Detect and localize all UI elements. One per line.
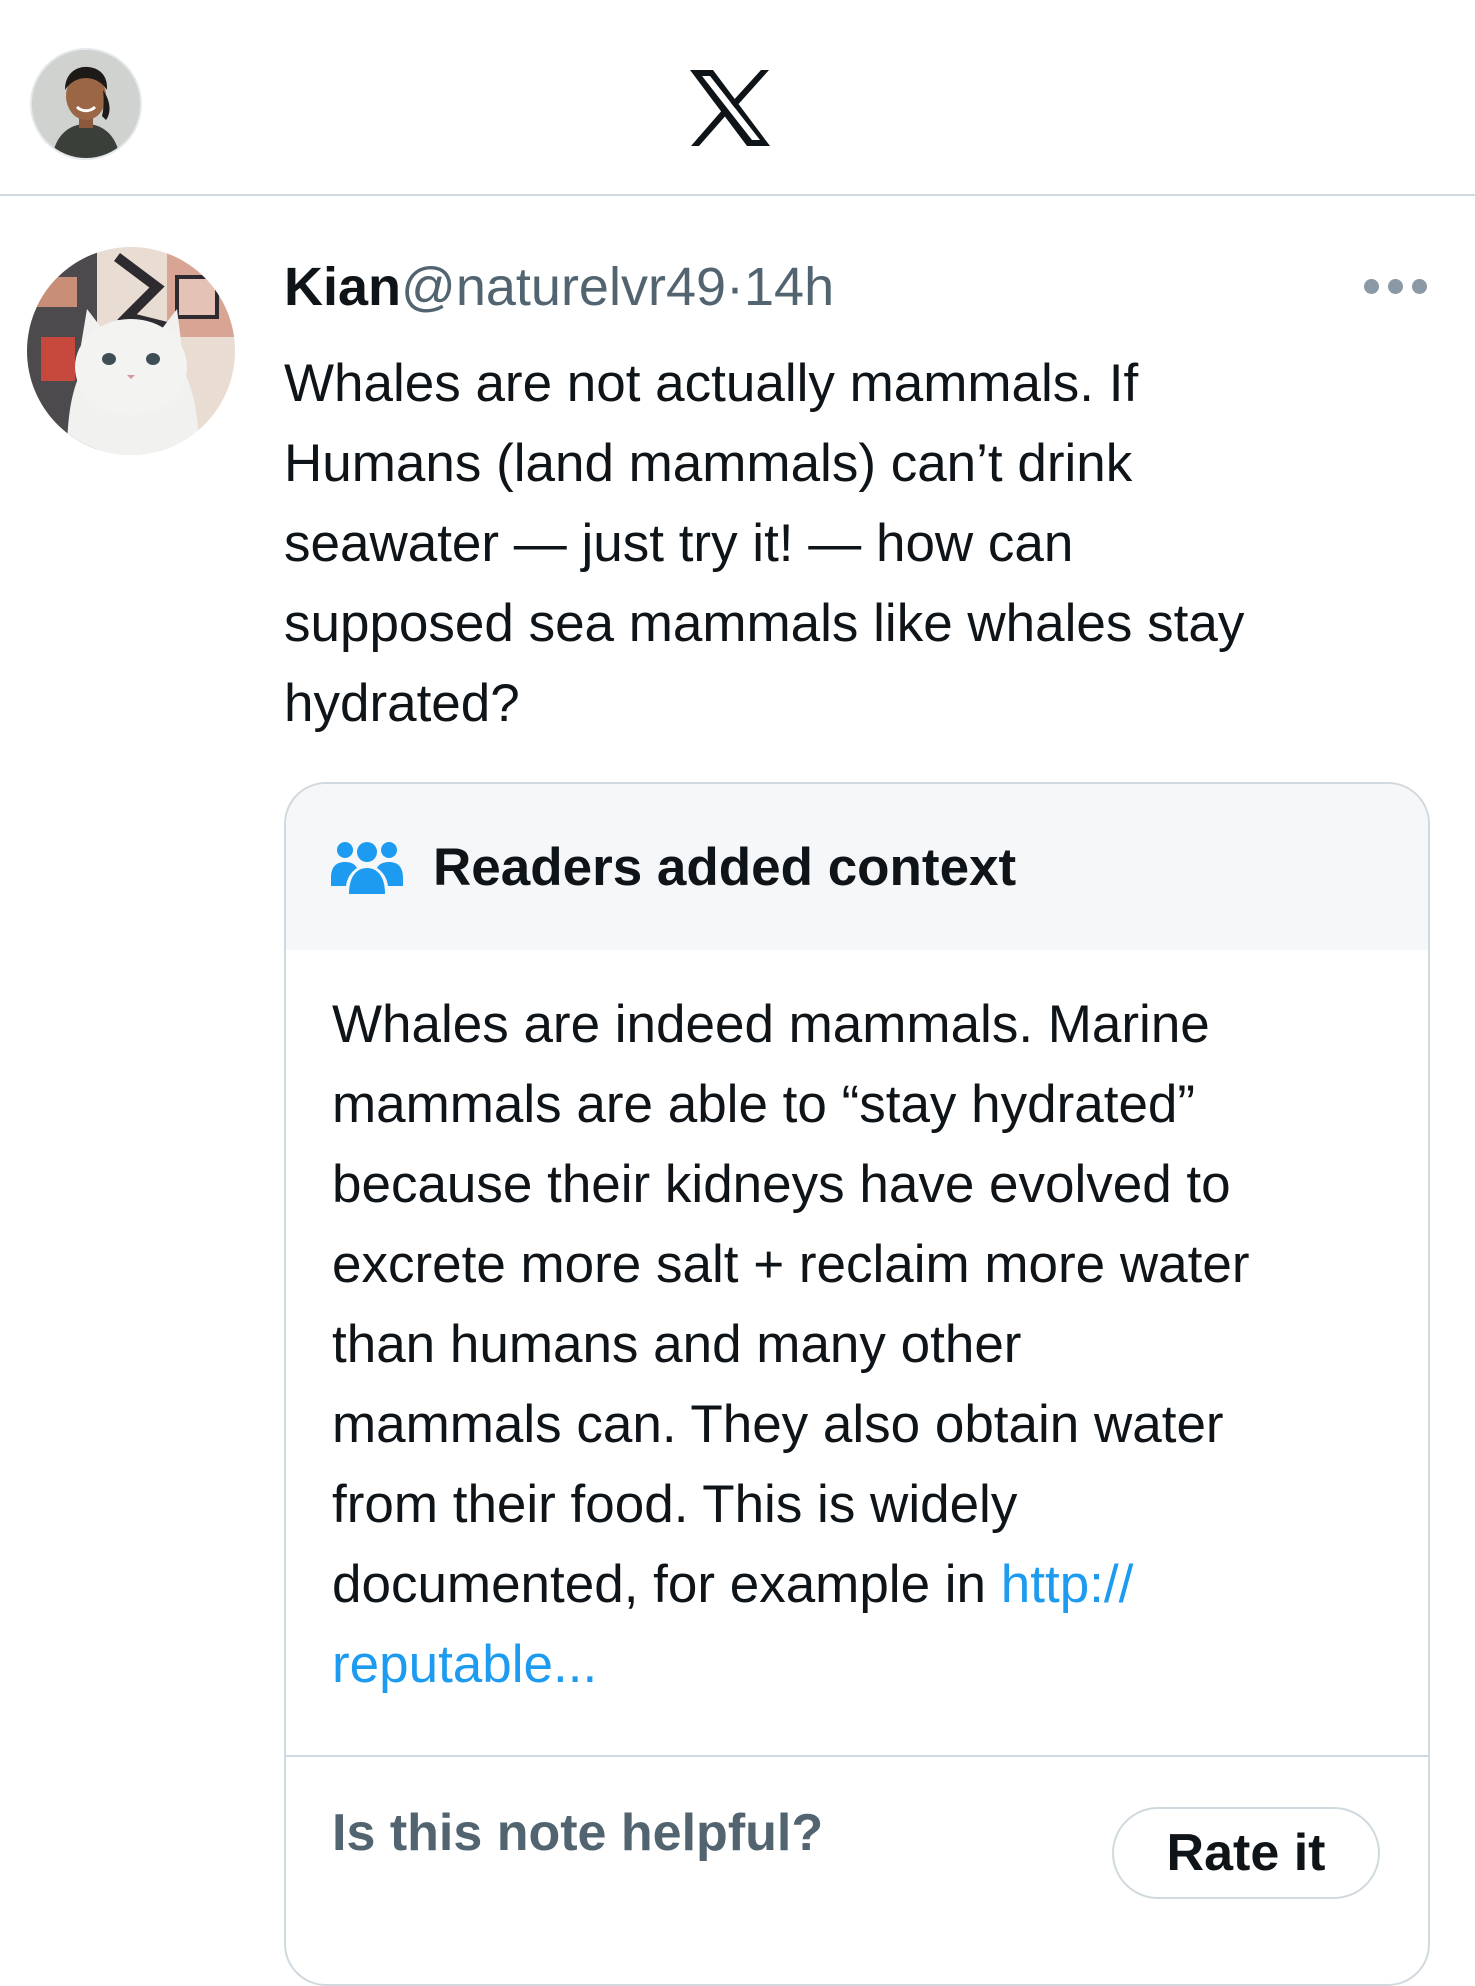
more-dot	[1387, 278, 1403, 294]
post-time[interactable]: 14h	[744, 256, 834, 318]
note-title: Readers added context	[433, 837, 1017, 897]
post-avatar[interactable]	[27, 247, 235, 455]
note-footer: Is this note helpful? Rate it	[286, 1757, 1428, 1921]
more-dot	[1411, 278, 1427, 294]
more-icon[interactable]	[1355, 276, 1435, 296]
author-handle[interactable]: @naturelvr49	[401, 256, 726, 318]
author-name[interactable]: Kian	[284, 256, 401, 318]
post-text: Whales are not actually mammals. If Huma…	[284, 354, 1245, 733]
rate-it-button[interactable]: Rate it	[1112, 1807, 1380, 1899]
post-avatar-image	[27, 247, 235, 455]
top-bar	[0, 0, 1475, 196]
note-body-text: Whales are indeed mammals. Marine mammal…	[332, 995, 1250, 1614]
meta-separator: ·	[726, 257, 744, 317]
helpful-prompt: Is this note helpful?	[332, 1804, 824, 1862]
community-note: Readers added context Whales are indeed …	[284, 782, 1430, 1986]
account-avatar-image	[32, 50, 140, 158]
more-dot	[1363, 278, 1379, 294]
account-avatar[interactable]	[30, 48, 142, 160]
note-body: Whales are indeed mammals. Marine mammal…	[286, 950, 1428, 1755]
people-icon	[331, 842, 403, 894]
note-header: Readers added context	[286, 784, 1428, 950]
post-author-line: Kian @naturelvr49 · 14h	[284, 252, 834, 322]
x-logo-icon[interactable]	[688, 68, 772, 148]
